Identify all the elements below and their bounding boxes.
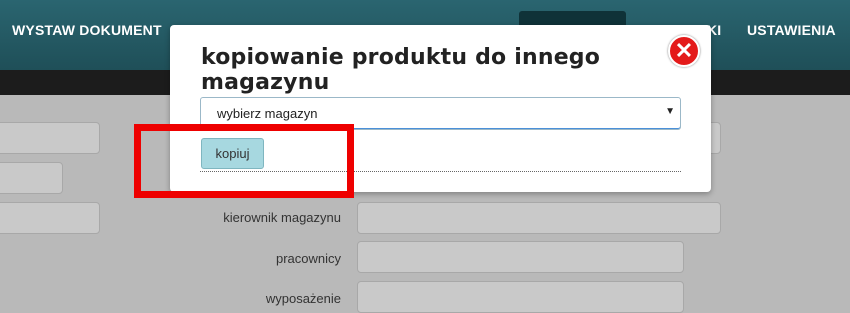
form-field[interactable] bbox=[0, 202, 100, 234]
field-label: pracownicy bbox=[275, 251, 341, 266]
form-field[interactable] bbox=[0, 162, 63, 194]
close-circle-icon[interactable]: ✕ bbox=[668, 35, 700, 67]
nav-item-wystaw-dokument[interactable]: WYSTAW DOKUMENT bbox=[12, 0, 162, 60]
equipment-input[interactable] bbox=[357, 281, 684, 313]
chevron-down-icon: ▼ bbox=[665, 106, 675, 117]
manager-input[interactable] bbox=[357, 202, 721, 234]
warehouse-select-value: wybierz magazyn bbox=[217, 106, 318, 121]
field-label: kierownik magazynu bbox=[223, 210, 341, 225]
field-label: wyposażenie bbox=[265, 291, 341, 306]
employees-input[interactable] bbox=[357, 241, 684, 273]
nav-item-ustawienia[interactable]: USTAWIENIA bbox=[747, 0, 836, 60]
modal-title: kopiowanie produktu do innego magazynu bbox=[201, 45, 601, 95]
highlight-box bbox=[134, 124, 354, 198]
form-field[interactable] bbox=[0, 122, 100, 154]
